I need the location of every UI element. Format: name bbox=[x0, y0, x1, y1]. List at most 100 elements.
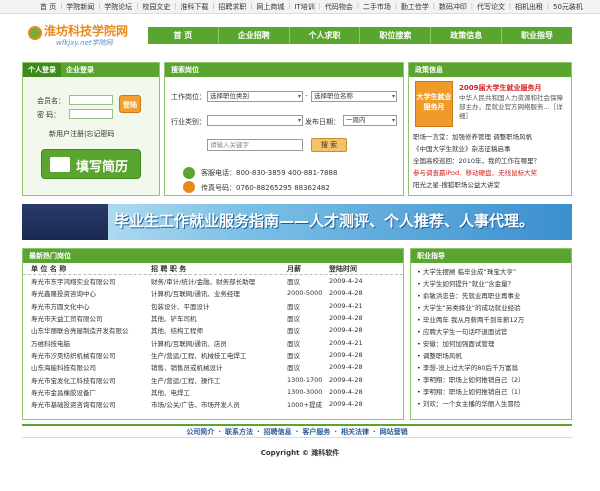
table-row[interactable]: 山东海能科技有限公司 销售、销售员或机械设计 面议 2009-4-28 bbox=[23, 361, 403, 373]
table-row[interactable]: 山东华丽联合亮屋制造开发有限公 其他、结构工程师 面议 2009-4-28 bbox=[23, 324, 403, 336]
company-cell[interactable]: 山东海能科技有限公司 bbox=[23, 362, 151, 372]
table-row[interactable]: 寿光市东宇鸿翔实业有限公司 财务/审计/统计/金融、财务部长助理 面议 2009-4-… bbox=[23, 275, 403, 287]
footer-link[interactable]: 公司简介 bbox=[186, 427, 214, 437]
table-row[interactable]: 寿光市汐昊纺织机械有限公司 生产/营运/工程、机械技工电焊工 面议 2009-4-28 bbox=[23, 349, 403, 361]
publish-date-select[interactable]: 一周内 bbox=[343, 115, 397, 126]
policy-feature-title[interactable]: 2009届大学生就业服务月 bbox=[459, 83, 567, 93]
top-link[interactable]: 学院新闻 bbox=[62, 2, 98, 12]
tab-company-login[interactable]: 企业登录 bbox=[61, 63, 99, 77]
top-link[interactable]: 二手市场 bbox=[359, 2, 395, 12]
position-cell[interactable]: 其他、电焊工 bbox=[151, 387, 287, 397]
company-cell[interactable]: 寿光市基础投资咨询有限公司 bbox=[23, 399, 151, 409]
banner[interactable]: 毕业生工作就业服务指南——人才测评、个人推荐、人事代理。 bbox=[22, 204, 572, 240]
table-row[interactable]: 寿光市方圆文化中心 包装设计、平面设计 面议 2009-4-21 bbox=[23, 300, 403, 312]
list-item[interactable]: 李想-没上过大学的80后千万富翁 bbox=[411, 362, 571, 374]
list-item[interactable]: 刘欢：一个女主播的华丽人生冒险 bbox=[411, 398, 571, 410]
top-link[interactable]: 招聘求职 bbox=[214, 2, 250, 12]
footer-separator: · bbox=[334, 427, 337, 436]
company-cell[interactable]: 寿光市天益工贸有限公司 bbox=[23, 313, 151, 323]
policy-link[interactable]: 全国高校巡回：2010年，我的工作在哪里？ bbox=[413, 155, 540, 165]
nav-item[interactable]: 职业指导 bbox=[501, 27, 572, 44]
policy-link[interactable]: 参与调查赢iPod、移动硬盘、无线鼠标大奖 bbox=[413, 167, 537, 177]
table-row[interactable]: 寿光市天益工贸有限公司 其他、铲车司机 面议 2009-4-28 bbox=[23, 312, 403, 324]
top-link[interactable]: 网上商城 bbox=[252, 2, 288, 12]
policy-link[interactable]: 《中国大学生就业》杂志征稿启事 bbox=[413, 143, 511, 153]
table-row[interactable]: 寿光鑫隆投资咨询中心 计算机/互联网/通讯、业务经理 2000-5000 2009-4… bbox=[23, 287, 403, 299]
list-item[interactable]: 大学生摆摊 临毕业成“珠宝大亨” bbox=[411, 266, 571, 278]
password-input[interactable] bbox=[69, 109, 113, 119]
policy-link[interactable]: 阳光之星-搜狐职场公益大讲堂 bbox=[413, 179, 500, 189]
company-cell[interactable]: 寿光市汐昊纺织机械有限公司 bbox=[23, 350, 151, 360]
company-cell[interactable]: 寿光鑫隆投资咨询中心 bbox=[23, 288, 151, 298]
list-item[interactable]: 李明翔：职场上如何推销自己（2） bbox=[411, 374, 571, 386]
top-link[interactable]: IT培训 bbox=[290, 2, 318, 12]
nav-item[interactable]: 职位搜索 bbox=[359, 27, 430, 44]
list-item[interactable]: 调整职场风帆 bbox=[411, 350, 571, 362]
position-cell[interactable]: 计算机/互联网/通讯、店员 bbox=[151, 338, 287, 348]
list-item[interactable]: 俞敏洪忠告：先就业再职业再事业 bbox=[411, 290, 571, 302]
hotline-text: 客服电话：800-830-3859 400-881-7888 bbox=[201, 169, 338, 177]
site-logo[interactable]: 淮坊科技学院网 wfkjxy.net学院网 bbox=[26, 22, 144, 48]
fill-resume-button[interactable]: 填写简历 bbox=[41, 149, 141, 179]
top-link[interactable]: 淮科下载 bbox=[176, 2, 212, 12]
list-item[interactable]: 毕业两年 我从月薪两千到年薪12万 bbox=[411, 314, 571, 326]
list-item[interactable]: 应聘大学生一句话吓退面试官 bbox=[411, 326, 571, 338]
policy-feature-image[interactable]: 大学生就业服务月 bbox=[415, 81, 453, 127]
top-link[interactable]: 代写论文 bbox=[473, 2, 509, 12]
list-item[interactable]: 李明翔：职场上如何推销自己（1） bbox=[411, 386, 571, 398]
company-cell[interactable]: 山东华丽联合亮屋制造开发有限公 bbox=[23, 325, 151, 335]
position-cell[interactable]: 销售、销售员或机械设计 bbox=[151, 362, 287, 372]
table-row[interactable]: 万维科技电脑 计算机/互联网/通讯、店员 面议 2009-4-21 bbox=[23, 336, 403, 348]
job-name-select[interactable]: 选择职位名称 bbox=[311, 91, 397, 102]
search-button[interactable]: 搜 索 bbox=[311, 138, 347, 152]
keyword-input[interactable]: 请输入关键字 bbox=[207, 139, 303, 151]
nav-item[interactable]: 政策信息 bbox=[430, 27, 501, 44]
footer-link[interactable]: 联系方法 bbox=[225, 427, 253, 437]
position-cell[interactable]: 市场/公关/广告、市场开发人员 bbox=[151, 399, 287, 409]
list-item[interactable]: 大学生“另类择业”的成功就业经验 bbox=[411, 302, 571, 314]
company-cell[interactable]: 寿光市宝发化工科技有限公司 bbox=[23, 375, 151, 385]
member-name-input[interactable] bbox=[69, 95, 113, 105]
register-links[interactable]: 新用户注册|忘记密码 bbox=[49, 129, 114, 139]
tab-personal-login[interactable]: 个人登录 bbox=[23, 63, 61, 77]
table-row[interactable]: 寿光市宝发化工科技有限公司 生产/营运/工程、操作工 1300-1700 2009-4… bbox=[23, 373, 403, 385]
industry-select[interactable] bbox=[207, 115, 303, 126]
table-row[interactable]: 寿光市金昌橡胶设备厂 其他、电焊工 1300-3000 2009-4-28 bbox=[23, 386, 403, 398]
policy-link[interactable]: 职场一言堂：加强修养管理 调整职场风帆 bbox=[413, 131, 532, 141]
position-cell[interactable]: 其他、铲车司机 bbox=[151, 313, 287, 323]
login-button[interactable]: 登陆 bbox=[119, 95, 141, 113]
footer-link[interactable]: 招聘信息 bbox=[264, 427, 292, 437]
table-row[interactable]: 寿光市基础投资咨询有限公司 市场/公关/广告、市场开发人员 1000+提成 2009-… bbox=[23, 398, 403, 410]
company-cell[interactable]: 寿光市东宇鸿翔实业有限公司 bbox=[23, 276, 151, 286]
top-link[interactable]: 勤工俭学 bbox=[397, 2, 433, 12]
top-link[interactable]: 数码冲印 bbox=[435, 2, 471, 12]
top-link[interactable]: 学院论坛 bbox=[100, 2, 136, 12]
nav-item[interactable]: 首 页 bbox=[148, 27, 218, 44]
top-link[interactable]: 校园文史 bbox=[138, 2, 174, 12]
company-cell[interactable]: 寿光市金昌橡胶设备厂 bbox=[23, 387, 151, 397]
position-cell[interactable]: 财务/审计/统计/金融、财务部长助理 bbox=[151, 276, 287, 286]
position-cell[interactable]: 生产/营运/工程、机械技工电焊工 bbox=[151, 350, 287, 360]
logo-title: 淮坊科技学院网 bbox=[44, 24, 129, 38]
date-cell: 2009-4-24 bbox=[329, 277, 363, 286]
top-link[interactable]: 首 页 bbox=[36, 2, 60, 12]
top-link[interactable]: 50元装机 bbox=[549, 2, 587, 12]
position-cell[interactable]: 生产/营运/工程、操作工 bbox=[151, 375, 287, 385]
top-link[interactable]: 相机出租 bbox=[511, 2, 547, 12]
company-cell[interactable]: 寿光市方圆文化中心 bbox=[23, 301, 151, 311]
footer-link[interactable]: 相关法律 bbox=[341, 427, 369, 437]
nav-item[interactable]: 个人求职 bbox=[288, 27, 360, 44]
footer-link[interactable]: 网站营销 bbox=[380, 427, 408, 437]
login-panel: 个人登录 企业登录 会员名： 密 码： 登陆 新用户注册|忘记密码 填写简历 bbox=[22, 62, 160, 196]
nav-item[interactable]: 企业招聘 bbox=[217, 27, 289, 44]
salary-cell: 面议 bbox=[287, 327, 300, 336]
top-link[interactable]: 代码物会 bbox=[321, 2, 357, 12]
list-item[interactable]: 大学生如何提升“就业”含金量？ bbox=[411, 278, 571, 290]
footer-link[interactable]: 客户服务 bbox=[302, 427, 330, 437]
position-cell[interactable]: 计算机/互联网/通讯、业务经理 bbox=[151, 288, 287, 298]
list-item[interactable]: 安徽：加何加强面试管理 bbox=[411, 338, 571, 350]
position-cell[interactable]: 包装设计、平面设计 bbox=[151, 301, 287, 311]
job-category-select[interactable]: 选择职位类别 bbox=[207, 91, 303, 102]
company-cell[interactable]: 万维科技电脑 bbox=[23, 338, 151, 348]
position-cell[interactable]: 其他、结构工程师 bbox=[151, 325, 287, 335]
